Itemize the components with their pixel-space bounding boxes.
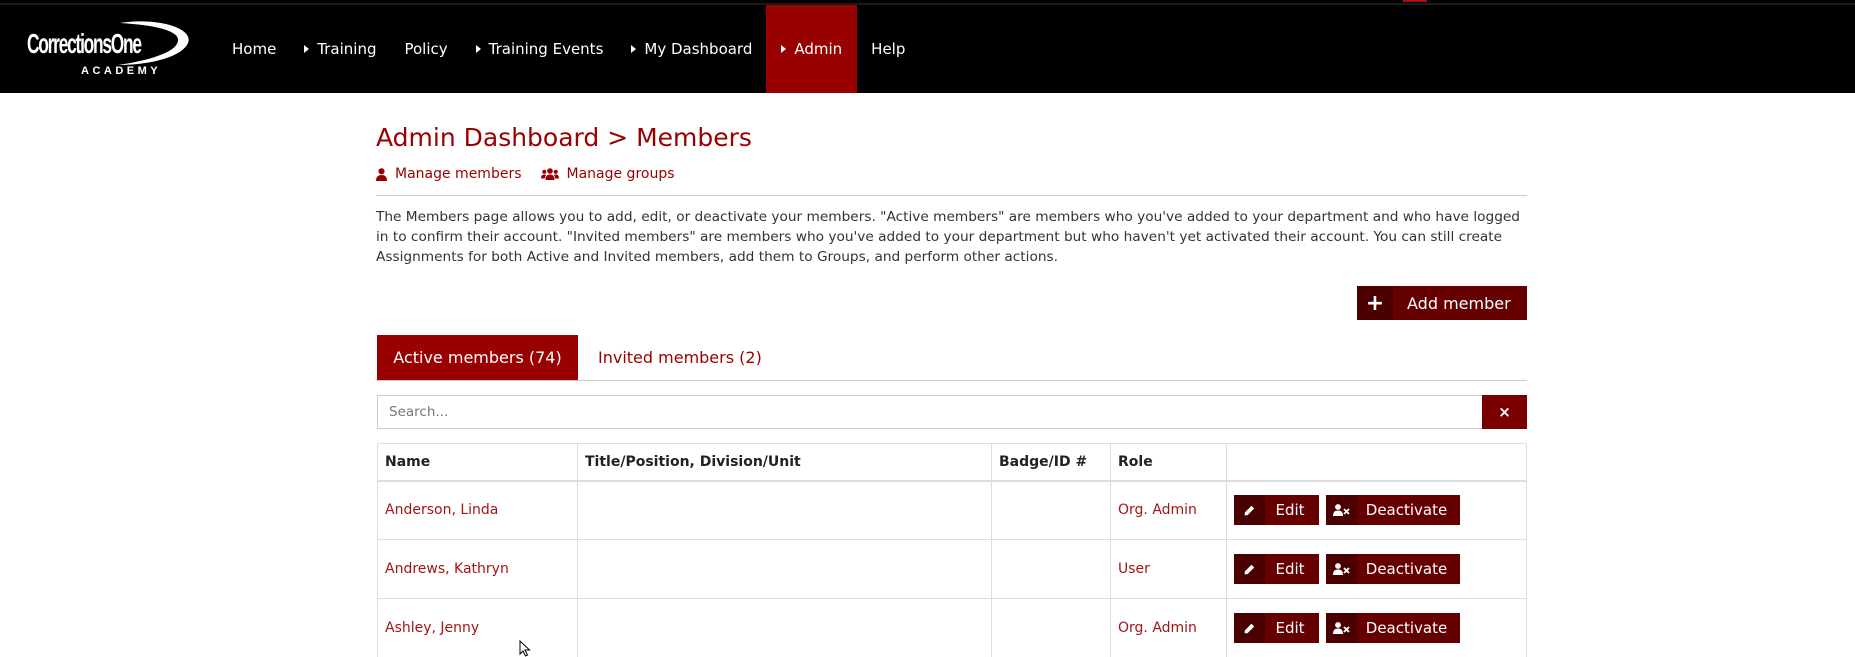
user-remove-icon (1326, 554, 1357, 584)
cell-title (577, 598, 992, 657)
role-text: User (1118, 561, 1150, 577)
manage-groups-link[interactable]: Manage groups (540, 166, 675, 182)
plus-icon: + (1357, 286, 1393, 320)
caret-right-icon (781, 45, 787, 53)
member-name-link[interactable]: Ashley, Jenny (385, 620, 479, 636)
tab-active-members[interactable]: Active members (74) (377, 335, 578, 380)
add-member-label: Add member (1407, 293, 1511, 313)
caret-right-icon (631, 45, 637, 53)
nav-my-dashboard[interactable]: My Dashboard (617, 5, 766, 93)
cell-name: Andrews, Kathryn (377, 539, 578, 599)
sub-navigation: Manage members Manage groups (376, 166, 694, 182)
cell-actions: Edit Deactivate (1226, 480, 1527, 540)
nav-admin-label: Admin (794, 40, 843, 58)
column-header-name[interactable]: Name (377, 443, 578, 482)
nav-admin[interactable]: Admin (766, 5, 858, 93)
search-bar: × (377, 395, 1527, 429)
user-remove-icon (1326, 613, 1357, 643)
column-header-badge[interactable]: Badge/ID # (991, 443, 1111, 482)
role-text: Org. Admin (1118, 620, 1197, 636)
edit-label: Edit (1275, 501, 1305, 520)
cell-title (577, 480, 992, 540)
deactivate-label: Deactivate (1365, 560, 1448, 578)
caret-right-icon (304, 45, 310, 53)
column-header-actions (1226, 443, 1527, 482)
manage-members-link[interactable]: Manage members (376, 166, 522, 182)
logo-brand-text: CorrectionsOne (27, 28, 142, 59)
nav-home-label: Home (232, 40, 277, 58)
clear-search-button[interactable]: × (1482, 395, 1527, 429)
role-text: Org. Admin (1118, 502, 1197, 519)
nav-training-events[interactable]: Training Events (462, 5, 618, 93)
page-description: The Members page allows you to add, edit… (376, 209, 1520, 265)
cell-role: Org. Admin (1110, 598, 1227, 657)
cell-role: User (1110, 539, 1227, 599)
nav-policy-label: Policy (404, 40, 448, 58)
search-input[interactable] (377, 395, 1482, 429)
edit-label: Edit (1275, 560, 1305, 578)
cell-actions: Edit Deactivate (1226, 598, 1527, 657)
close-icon: × (1498, 403, 1511, 421)
nav-help-label: Help (871, 40, 906, 58)
mouse-cursor-icon (519, 640, 531, 657)
manage-members-label: Manage members (395, 166, 522, 182)
column-header-title[interactable]: Title/Position, Division/Unit (577, 443, 992, 482)
top-accent-mark (1403, 0, 1427, 2)
deactivate-label: Deactivate (1365, 619, 1448, 637)
pencil-icon (1234, 554, 1265, 584)
add-member-button[interactable]: + Add member (1357, 286, 1527, 320)
table-row: Ashley, Jenny Org. Admin Edit Deactivate (377, 598, 1527, 657)
table-header-row: Name Title/Position, Division/Unit Badge… (377, 443, 1527, 482)
nav-policy[interactable]: Policy (390, 5, 461, 93)
table-row: Anderson, Linda Org. Admin Edit Deactiva… (377, 480, 1527, 540)
tab-invited-members[interactable]: Invited members (2) (598, 335, 762, 380)
cell-name: Anderson, Linda (377, 480, 578, 540)
deactivate-button[interactable]: Deactivate (1326, 613, 1460, 643)
deactivate-button[interactable]: Deactivate (1326, 554, 1460, 584)
nav-training-events-label: Training Events (488, 40, 604, 58)
logo-academy-text: ACADEMY (81, 65, 162, 77)
pencil-icon (1234, 613, 1265, 643)
cell-badge (991, 480, 1111, 540)
cell-badge (991, 598, 1111, 657)
deactivate-label: Deactivate (1365, 501, 1448, 520)
user-icon (376, 167, 387, 181)
members-table: Name Title/Position, Division/Unit Badge… (377, 443, 1527, 657)
main-nav: Home Training Policy Training Events My … (218, 5, 919, 93)
edit-label: Edit (1275, 619, 1305, 637)
table-row: Andrews, Kathryn User Edit Deactivate (377, 539, 1527, 599)
column-header-role[interactable]: Role (1110, 443, 1227, 482)
nav-training-label: Training (317, 40, 377, 58)
cell-name: Ashley, Jenny (377, 598, 578, 657)
nav-home[interactable]: Home (218, 5, 290, 93)
nav-my-dashboard-label: My Dashboard (644, 40, 753, 58)
cell-title (577, 539, 992, 599)
member-tabs: Active members (74) Invited members (2) (376, 335, 1527, 381)
edit-button[interactable]: Edit (1234, 613, 1319, 643)
member-name-link[interactable]: Andrews, Kathryn (385, 561, 509, 577)
cell-badge (991, 539, 1111, 599)
edit-button[interactable]: Edit (1234, 554, 1319, 584)
manage-groups-label: Manage groups (566, 166, 675, 182)
cell-actions: Edit Deactivate (1226, 539, 1527, 599)
pencil-icon (1234, 495, 1265, 526)
logo[interactable]: CorrectionsOne ACADEMY (26, 21, 190, 78)
edit-button[interactable]: Edit (1234, 495, 1319, 526)
user-remove-icon (1326, 495, 1357, 526)
cell-role: Org. Admin (1110, 480, 1227, 540)
deactivate-button[interactable]: Deactivate (1326, 495, 1460, 526)
users-group-icon (540, 168, 559, 180)
divider (376, 195, 1527, 196)
member-name-link[interactable]: Anderson, Linda (385, 502, 498, 518)
nav-training[interactable]: Training (290, 5, 390, 93)
caret-right-icon (475, 45, 481, 53)
top-navigation-bar: CorrectionsOne ACADEMY Home Training Pol… (0, 0, 1855, 93)
page-title: Admin Dashboard > Members (376, 123, 752, 152)
nav-help[interactable]: Help (857, 5, 919, 93)
